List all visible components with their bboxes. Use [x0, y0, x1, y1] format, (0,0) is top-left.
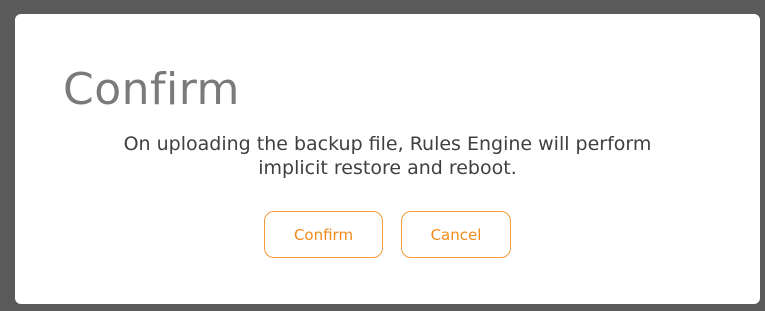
- dialog-actions: Confirm Cancel: [15, 211, 760, 258]
- confirm-dialog: Confirm On uploading the backup file, Ru…: [15, 14, 760, 304]
- dialog-message-line-1: On uploading the backup file, Rules Engi…: [123, 133, 652, 155]
- dialog-title: Confirm: [63, 64, 240, 115]
- cancel-button[interactable]: Cancel: [401, 211, 511, 258]
- dialog-message: On uploading the backup file, Rules Engi…: [15, 132, 760, 180]
- dialog-message-line-2: implicit restore and reboot.: [258, 157, 517, 179]
- confirm-button[interactable]: Confirm: [264, 211, 383, 258]
